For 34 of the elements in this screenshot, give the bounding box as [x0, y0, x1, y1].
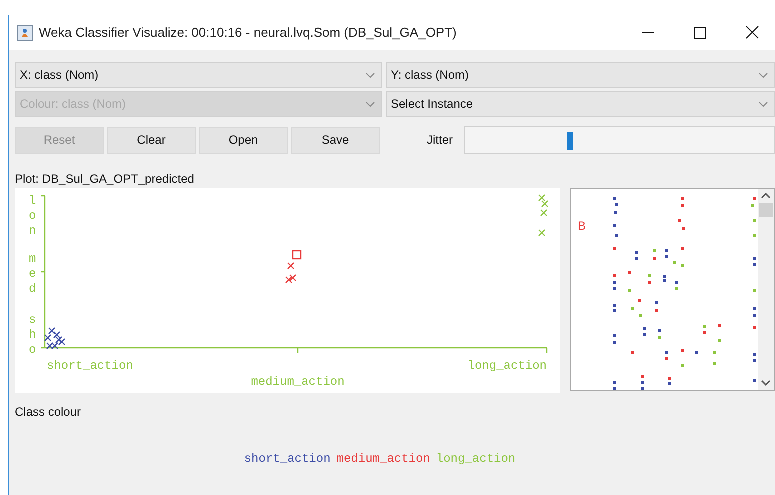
class-colour-title: Class colour — [15, 405, 82, 419]
attribute-dropdown[interactable]: Y: class (Nom) — [386, 62, 775, 88]
chevron-down-icon — [759, 72, 768, 78]
class-legend-label: short_action — [244, 452, 331, 466]
maximize-icon — [694, 26, 706, 38]
chevron-down-icon[interactable] — [761, 380, 771, 386]
x-axis-label: short_action — [47, 359, 134, 373]
minimize-icon — [642, 32, 654, 33]
jitter-slider[interactable] — [464, 126, 775, 154]
chevron-down-icon — [366, 72, 375, 78]
window-title: Weka Classifier Visualize: 00:10:16 - neural.lvq.Som (DB_Sul_GA_OPT) — [39, 25, 458, 40]
class-legend-label: medium_action — [336, 452, 430, 466]
plot-button[interactable]: Clear — [107, 126, 196, 154]
close-icon — [746, 26, 758, 39]
chevron-up-icon[interactable] — [761, 193, 771, 199]
scrollbar[interactable] — [758, 189, 774, 390]
java-app-icon — [17, 24, 33, 40]
y-axis-label: lon — [29, 194, 36, 238]
y-axis-label: med — [29, 252, 36, 296]
y-axis-label: sho — [29, 313, 36, 357]
chevron-down-icon — [366, 102, 375, 106]
attribute-dropdown[interactable]: Select Instance — [386, 91, 775, 117]
chevron-down-icon — [759, 102, 768, 106]
slider-thumb[interactable] — [567, 132, 574, 150]
x-axis-label: medium_action — [251, 375, 345, 389]
plot-title: Plot: DB_Sul_GA_OPT_predicted — [15, 172, 196, 186]
attribute-dropdown[interactable]: X: class (Nom) — [15, 62, 382, 88]
matrix-label: B — [578, 219, 586, 233]
scrollbar-thumb[interactable] — [759, 203, 773, 217]
class-legend-label: long_action — [436, 452, 516, 466]
jitter-label: Jitter — [427, 133, 454, 147]
plot-button[interactable]: Open — [199, 126, 288, 154]
plot-button[interactable]: Save — [291, 126, 380, 154]
x-axis-label: long_action — [468, 359, 547, 373]
